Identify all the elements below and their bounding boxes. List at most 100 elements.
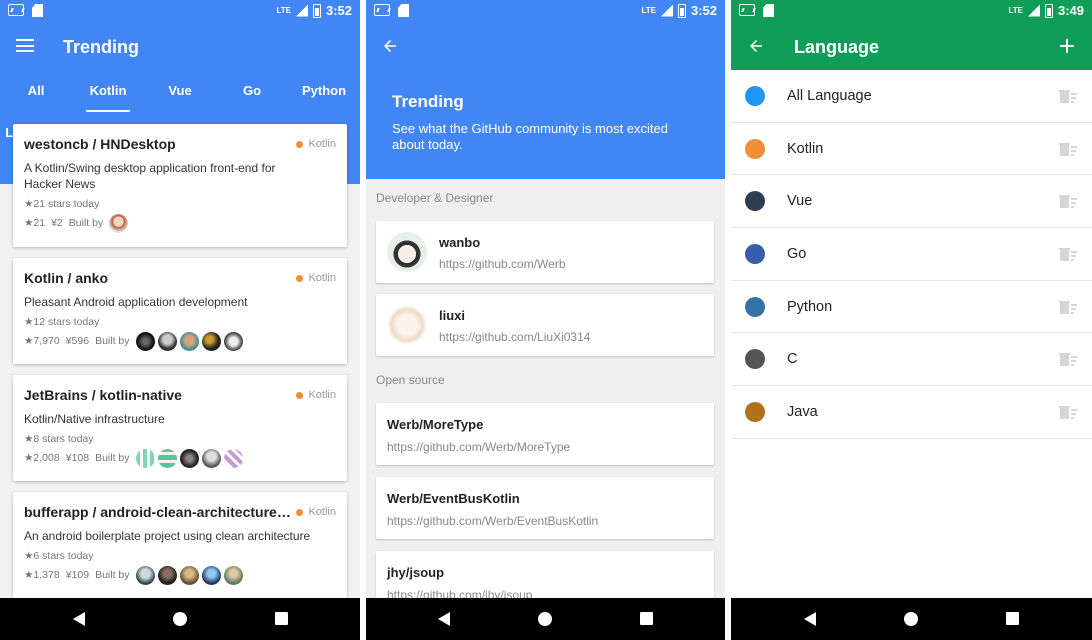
repo-card[interactable]: Kotlin / anko Kotlin Pleasant Android ap… — [13, 258, 347, 364]
avatar[interactable] — [157, 565, 177, 585]
menu-icon[interactable] — [16, 39, 34, 52]
battery-icon — [1044, 3, 1053, 18]
delete-icon[interactable] — [1059, 194, 1078, 209]
avatar[interactable] — [135, 448, 155, 468]
trending-screen: LTE 3:52 Trending All Language Kotlin Vu… — [0, 0, 360, 640]
project-name: Werb/MoreType — [387, 417, 484, 432]
language-row[interactable]: All Language — [731, 70, 1092, 123]
avatar[interactable] — [223, 565, 243, 585]
avatar[interactable] — [157, 448, 177, 468]
back-arrow-icon[interactable] — [747, 37, 765, 55]
signal-icon — [660, 4, 673, 17]
back-arrow-icon[interactable] — [381, 37, 399, 55]
delete-icon[interactable] — [1059, 405, 1078, 420]
avatar[interactable] — [179, 565, 199, 585]
repo-title[interactable]: bufferapp / android-clean-architecture-b… — [24, 504, 292, 520]
language-color-icon — [745, 402, 765, 423]
nav-recents-icon[interactable] — [640, 612, 653, 625]
project-url[interactable]: https://github.com/Werb/MoreType — [387, 440, 570, 454]
language-row[interactable]: C — [731, 333, 1092, 387]
nav-back-icon[interactable] — [804, 612, 816, 626]
tab-python[interactable]: Python — [288, 70, 360, 112]
language-name: Java — [787, 404, 818, 421]
language-dot-icon — [296, 391, 304, 399]
language-dot-icon — [296, 508, 304, 516]
built-by-label: Built by — [95, 335, 130, 347]
repo-stars: ★2,008 — [24, 452, 60, 464]
repo-title[interactable]: JetBrains / kotlin-native — [24, 387, 292, 403]
delete-icon[interactable] — [1059, 247, 1078, 262]
avatar[interactable] — [179, 448, 199, 468]
developer-url[interactable]: https://github.com/Werb — [439, 257, 566, 271]
app-bar: Trending — [0, 22, 360, 70]
language-name: Python — [787, 298, 833, 315]
avatar[interactable] — [223, 331, 243, 351]
language-name: Go — [787, 246, 807, 263]
repo-card[interactable]: JetBrains / kotlin-native Kotlin Kotlin/… — [13, 375, 347, 481]
language-row[interactable]: Java — [731, 386, 1092, 439]
project-card[interactable]: Werb/EventBusKotlin https://github.com/W… — [376, 477, 714, 539]
app-bar: Language — [731, 22, 1092, 70]
nav-home-icon[interactable] — [904, 612, 918, 626]
project-card[interactable]: Werb/MoreType https://github.com/Werb/Mo… — [376, 403, 714, 465]
pulse-icon — [8, 4, 24, 16]
repo-forks: ¥108 — [65, 452, 90, 464]
pulse-icon — [374, 4, 390, 16]
battery-icon — [677, 3, 686, 18]
tab-go[interactable]: Go — [216, 70, 288, 112]
add-icon[interactable] — [1060, 39, 1074, 53]
avatar[interactable] — [201, 331, 221, 351]
nav-back-icon[interactable] — [73, 612, 85, 626]
language-color-icon — [745, 296, 765, 317]
repo-language: Kotlin — [296, 389, 336, 401]
language-dot-icon — [296, 140, 304, 148]
avatar — [387, 305, 427, 345]
developer-name: liuxi — [439, 308, 466, 323]
avatar[interactable] — [201, 565, 221, 585]
built-by-label: Built by — [68, 217, 104, 229]
repo-title[interactable]: Kotlin / anko — [24, 270, 292, 286]
avatar[interactable] — [179, 331, 199, 351]
delete-icon[interactable] — [1059, 142, 1078, 157]
project-url[interactable]: https://github.com/Werb/EventBusKotlin — [387, 514, 598, 528]
avatar[interactable] — [109, 213, 129, 233]
developer-card[interactable]: liuxi https://github.com/LiuXi0314 — [376, 294, 714, 356]
nav-recents-icon[interactable] — [275, 612, 288, 625]
nav-home-icon[interactable] — [538, 612, 552, 626]
nav-recents-icon[interactable] — [1006, 612, 1019, 625]
tab-vue[interactable]: Vue — [144, 70, 216, 112]
repo-description: Pleasant Android application development — [24, 295, 248, 309]
repo-description: An android boilerplate project using cle… — [24, 529, 311, 543]
avatar[interactable] — [157, 331, 177, 351]
developers-section-label: Developer & Designer — [376, 191, 494, 205]
developer-url[interactable]: https://github.com/LiuXi0314 — [439, 330, 590, 344]
repo-meta: ★7,970 ¥596 Built by — [24, 331, 336, 351]
language-row[interactable]: Python — [731, 281, 1092, 334]
lte-indicator: LTE — [276, 5, 291, 15]
avatar[interactable] — [201, 448, 221, 468]
repo-stars-today: ★12 stars today — [24, 316, 100, 328]
tab-all-language[interactable]: All Language — [0, 70, 72, 140]
repo-language-label: Kotlin — [308, 138, 336, 150]
language-row[interactable]: Vue — [731, 175, 1092, 229]
avatar[interactable] — [223, 448, 243, 468]
nav-back-icon[interactable] — [438, 612, 450, 626]
language-row[interactable]: Kotlin — [731, 123, 1092, 176]
delete-icon[interactable] — [1059, 300, 1078, 315]
avatar[interactable] — [135, 331, 155, 351]
language-color-icon — [745, 191, 765, 212]
repo-card[interactable]: bufferapp / android-clean-architecture-b… — [13, 492, 347, 598]
repo-card[interactable]: westoncb / HNDesktop Kotlin A Kotlin/Swi… — [13, 124, 347, 247]
delete-icon[interactable] — [1059, 352, 1078, 367]
language-color-icon — [745, 86, 765, 106]
repo-title[interactable]: westoncb / HNDesktop — [24, 136, 292, 152]
page-title: Trending — [392, 92, 464, 111]
project-name: Werb/EventBusKotlin — [387, 491, 520, 506]
delete-icon[interactable] — [1059, 89, 1078, 104]
avatar[interactable] — [135, 565, 155, 585]
tab-kotlin[interactable]: Kotlin — [72, 70, 144, 112]
repo-stars-today: ★6 stars today — [24, 550, 94, 562]
developer-card[interactable]: wanbo https://github.com/Werb — [376, 221, 714, 283]
nav-home-icon[interactable] — [173, 612, 187, 626]
language-row[interactable]: Go — [731, 228, 1092, 281]
